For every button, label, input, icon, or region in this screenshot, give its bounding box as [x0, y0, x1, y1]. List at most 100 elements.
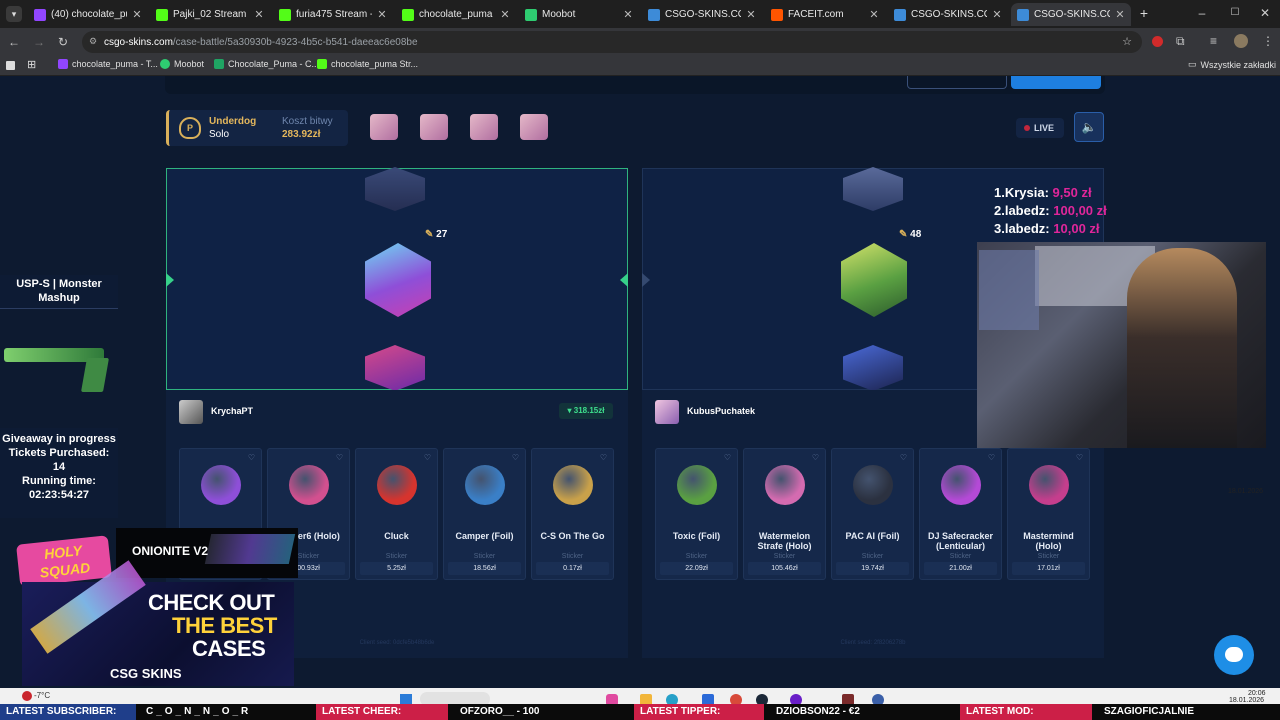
item-card[interactable]: ♡ C-S On The Go Sticker 0.17zł	[531, 448, 614, 580]
live-badge: LIVE	[1016, 118, 1064, 138]
bookmark-star-icon[interactable]: ☆	[1122, 35, 1132, 48]
chat-widget-button[interactable]	[1214, 635, 1254, 675]
item-name: Toxic (Foil)	[672, 531, 721, 541]
weather-temp[interactable]: -7°C	[34, 691, 50, 700]
player-name[interactable]: KrychaPT	[211, 406, 253, 416]
profile-avatar[interactable]	[1234, 34, 1248, 48]
tab-close-icon[interactable]: ✕	[869, 8, 879, 21]
extensions-icon[interactable]: ⧉	[1176, 34, 1185, 49]
favorite-icon[interactable]: ♡	[900, 453, 907, 462]
sticker-image	[1029, 465, 1069, 505]
sound-toggle-button[interactable]: 🔈	[1074, 112, 1104, 142]
spin-counter: ✎ 27	[425, 229, 447, 240]
site-info-icon[interactable]: ⚙	[89, 36, 97, 47]
extension-red-icon[interactable]	[1152, 36, 1163, 47]
tab-title: Pajki_02 Stream - Wa	[173, 9, 249, 20]
item-card[interactable]: ♡ Toxic (Foil) Sticker 22.09zł	[655, 448, 738, 580]
grid-icon[interactable]: ⊞	[27, 58, 36, 71]
item-card[interactable]: ♡ Camper (Foil) Sticker 18.56zł	[443, 448, 526, 580]
item-card[interactable]: ♡ Cluck Sticker 5.25zł	[355, 448, 438, 580]
menu-icon[interactable]: ⋮	[1262, 34, 1274, 48]
avatar[interactable]	[179, 400, 203, 424]
clock-date-display[interactable]: 18.01.2026	[1229, 697, 1264, 704]
browser-tab[interactable]: chocolate_puma Strea ✕	[396, 3, 516, 26]
tab-favicon-icon	[525, 8, 537, 21]
header-outline-button[interactable]	[907, 76, 1007, 89]
case-icon[interactable]	[420, 114, 448, 140]
weather-icon[interactable]	[22, 691, 32, 701]
clock-time[interactable]: 20:06	[1248, 690, 1266, 697]
maximize-button[interactable]: ☐	[1228, 6, 1242, 20]
tab-close-icon[interactable]: ✕	[623, 8, 633, 21]
item-card[interactable]: ♡ DJ Safecracker (Lenticular) Sticker 21.00…	[919, 448, 1002, 580]
reload-icon[interactable]: ↻	[58, 35, 68, 49]
tab-close-icon[interactable]: ✕	[500, 8, 510, 21]
tab-favicon-icon	[771, 8, 783, 21]
usp-s-grip-icon	[81, 358, 109, 392]
close-window-button[interactable]: ✕	[1258, 6, 1272, 20]
case-icon[interactable]	[520, 114, 548, 140]
bookmark-label: chocolate_puma - T...	[72, 59, 158, 69]
favorite-icon[interactable]: ♡	[988, 453, 995, 462]
bookmark-moobot[interactable]: Moobot	[160, 59, 204, 69]
sticker-image	[677, 465, 717, 505]
tab-close-icon[interactable]: ✕	[132, 8, 142, 21]
tab-close-icon[interactable]: ✕	[1115, 8, 1125, 21]
apps-icon[interactable]	[6, 61, 15, 70]
webcam-feed	[977, 242, 1266, 448]
browser-tab[interactable]: CSGO-SKINS.COM - ✕	[888, 3, 1008, 26]
tab-title: CSGO-SKINS.COM -	[911, 9, 987, 20]
header-primary-button[interactable]	[1011, 76, 1101, 89]
spin-counter: ✎ 48	[899, 229, 921, 240]
running-time-value: 02:23:54:27	[29, 489, 89, 501]
item-price: 21.00zł	[924, 562, 997, 575]
favorite-icon[interactable]: ♡	[248, 453, 255, 462]
twitch-icon	[58, 59, 68, 69]
player-name[interactable]: KubusPuchatek	[687, 406, 755, 416]
browser-tab[interactable]: CSGO-SKINS.CO ✕	[1011, 3, 1131, 26]
favorite-icon[interactable]: ♡	[424, 453, 431, 462]
bookmark-twitch[interactable]: chocolate_puma - T...	[58, 59, 158, 69]
tab-close-icon[interactable]: ✕	[992, 8, 1002, 21]
sticker-image	[201, 465, 241, 505]
favorite-icon[interactable]: ♡	[812, 453, 819, 462]
sticker-image	[853, 465, 893, 505]
browser-tab[interactable]: CSGO-SKINS.COM - ✕	[642, 3, 762, 26]
favorite-icon[interactable]: ♡	[512, 453, 519, 462]
favorite-icon[interactable]: ♡	[724, 453, 731, 462]
address-bar[interactable]: ⚙ csgo-skins.com/case-battle/5a30930b-49…	[82, 31, 1142, 53]
tab-title: Moobot	[542, 9, 576, 20]
browser-tab[interactable]: furia475 Stream - Wa ✕	[273, 3, 393, 26]
forward-icon[interactable]: →	[33, 35, 45, 49]
case-icon[interactable]	[470, 114, 498, 140]
favorite-icon[interactable]: ♡	[600, 453, 607, 462]
sticker-image	[765, 465, 805, 505]
item-name: Mastermind (Holo)	[1023, 531, 1074, 551]
all-bookmarks[interactable]: ▭ Wszystkie zakładki	[1188, 59, 1276, 70]
item-card[interactable]: ♡ PAC AI (Foil) Sticker 19.74zł	[831, 448, 914, 580]
back-icon[interactable]: ←	[8, 35, 20, 49]
item-card[interactable]: ♡ Watermelon Strafe (Holo) Sticker 105.46zł	[743, 448, 826, 580]
item-rarity: Sticker	[561, 553, 584, 560]
item-name: Camper (Foil)	[455, 531, 514, 541]
clock-date[interactable]: 18.01.2026	[1228, 488, 1263, 495]
cost-label: Koszt bitwy	[282, 116, 333, 127]
tab-search-button[interactable]: ▾	[6, 6, 22, 22]
tab-close-icon[interactable]: ✕	[746, 8, 756, 21]
browser-tab[interactable]: (40) chocolate_puma ✕	[28, 3, 148, 26]
tab-close-icon[interactable]: ✕	[377, 8, 387, 21]
browser-tab[interactable]: FACEIT.com ✕	[765, 3, 885, 26]
browser-tab[interactable]: Moobot ✕	[519, 3, 639, 26]
minimize-button[interactable]: –	[1195, 6, 1209, 20]
tab-close-icon[interactable]: ✕	[254, 8, 264, 21]
media-control-icon[interactable]: ≡	[1210, 34, 1217, 48]
item-card[interactable]: ♡ Mastermind (Holo) Sticker 17.01zł	[1007, 448, 1090, 580]
bookmark-sheet[interactable]: Chocolate_Puma - C...	[214, 59, 319, 69]
browser-tab[interactable]: Pajki_02 Stream - Wa ✕	[150, 3, 270, 26]
case-icon[interactable]	[370, 114, 398, 140]
new-tab-button[interactable]: +	[1136, 5, 1152, 21]
favorite-icon[interactable]: ♡	[1076, 453, 1083, 462]
favorite-icon[interactable]: ♡	[336, 453, 343, 462]
avatar[interactable]	[655, 400, 679, 424]
bookmark-kick[interactable]: chocolate_puma Str...	[317, 59, 418, 69]
